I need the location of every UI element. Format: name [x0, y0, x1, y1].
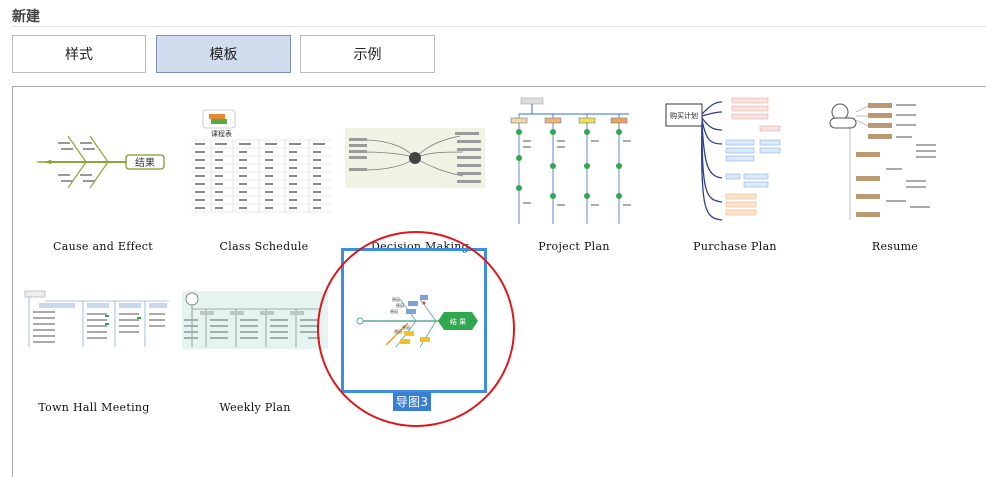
- purchase-plan-thumbnail: 购买计划: [660, 96, 810, 224]
- cause-and-effect-thumbnail: 结果: [28, 96, 178, 224]
- svg-text:原因: 原因: [396, 303, 404, 308]
- template-name: Town Hall Meeting: [38, 401, 150, 414]
- svg-text:结果: 结果: [135, 156, 155, 169]
- svg-text:原因: 原因: [392, 297, 400, 302]
- template-mindmap-3[interactable]: 原因 原因 原因 原因 原因 结 果 导图3: [341, 248, 487, 413]
- template-weekly-plan[interactable]: Weekly Plan: [180, 257, 330, 422]
- tab-example[interactable]: 示例: [300, 35, 435, 73]
- title-divider: [12, 26, 986, 27]
- svg-text:原因: 原因: [390, 309, 398, 314]
- weekly-plan-thumbnail: [180, 257, 330, 385]
- template-name: Cause and Effect: [53, 240, 153, 253]
- dialog-title: 新建: [12, 8, 40, 24]
- template-name[interactable]: 导图3: [393, 392, 431, 411]
- template-name: Purchase Plan: [693, 240, 777, 253]
- class-schedule-thumbnail: 课程表: [189, 96, 339, 224]
- tab-style[interactable]: 样式: [12, 35, 146, 73]
- template-name: Project Plan: [538, 240, 610, 253]
- town-hall-meeting-thumbnail: [19, 257, 169, 385]
- template-purchase-plan[interactable]: 购买计划 Purchase Plan: [660, 96, 810, 261]
- template-town-hall-meeting[interactable]: Town Hall Meeting: [19, 257, 169, 422]
- template-cause-and-effect[interactable]: 结果 Cause and Effect: [28, 96, 178, 261]
- tab-template[interactable]: 模板: [156, 35, 291, 73]
- svg-text:课程表: 课程表: [211, 129, 232, 138]
- project-plan-thumbnail: [499, 96, 649, 224]
- svg-text:原因: 原因: [402, 325, 410, 330]
- template-gallery: 结果 Cause and Effect 课程表 Class Schedule D…: [12, 86, 986, 477]
- resume-thumbnail: [820, 96, 970, 224]
- template-name: Class Schedule: [219, 240, 309, 253]
- template-resume[interactable]: Resume: [820, 96, 970, 261]
- decision-making-thumbnail: [345, 96, 495, 224]
- template-class-schedule[interactable]: 课程表 Class Schedule: [189, 96, 339, 261]
- mindmap-3-thumbnail: 原因 原因 原因 原因 原因 结 果: [341, 248, 487, 393]
- template-name: Weekly Plan: [219, 401, 291, 414]
- svg-text:购买计划: 购买计划: [670, 111, 698, 120]
- template-name: Resume: [871, 240, 919, 253]
- template-project-plan[interactable]: Project Plan: [499, 96, 649, 261]
- svg-text:结 果: 结 果: [450, 317, 466, 326]
- svg-text:原因: 原因: [394, 329, 402, 334]
- template-decision-making[interactable]: Decision Making: [345, 96, 495, 261]
